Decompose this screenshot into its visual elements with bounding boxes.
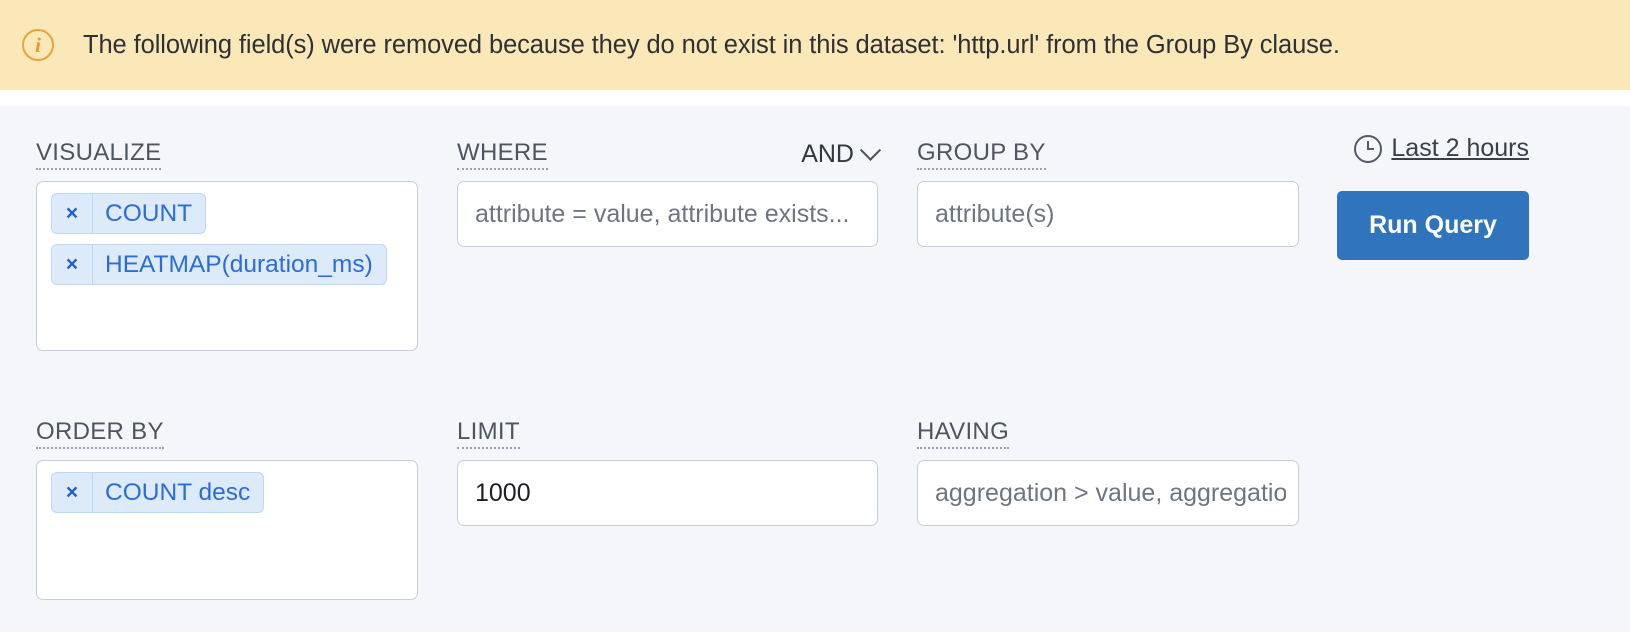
having-input[interactable] bbox=[918, 461, 1298, 525]
banner-message: The following field(s) were removed beca… bbox=[83, 30, 1340, 59]
having-label-row: HAVING bbox=[917, 417, 1299, 449]
visualize-label-row: VISUALIZE bbox=[36, 138, 418, 170]
info-circle-icon: i bbox=[22, 29, 54, 61]
order-by-label[interactable]: ORDER BY bbox=[36, 420, 164, 449]
limit-input[interactable] bbox=[458, 461, 877, 525]
visualize-label[interactable]: VISUALIZE bbox=[36, 141, 162, 170]
field-limit: LIMIT bbox=[457, 417, 878, 526]
field-having: HAVING bbox=[917, 417, 1299, 526]
where-input[interactable] bbox=[458, 182, 877, 246]
remove-chip-icon[interactable]: × bbox=[52, 245, 93, 284]
group-by-input-box[interactable] bbox=[917, 181, 1299, 247]
chip-label: COUNT desc bbox=[105, 478, 251, 506]
where-label[interactable]: WHERE bbox=[457, 141, 548, 170]
chip-count[interactable]: × COUNT bbox=[51, 193, 207, 234]
group-by-label-row: GROUP BY bbox=[917, 138, 1299, 170]
query-builder-panel: VISUALIZE × COUNT × HEATMAP(duration_ms)… bbox=[0, 106, 1630, 632]
limit-input-box[interactable] bbox=[457, 460, 878, 526]
having-label[interactable]: HAVING bbox=[917, 420, 1010, 449]
group-by-input[interactable] bbox=[918, 182, 1298, 246]
where-label-row: WHERE AND bbox=[457, 138, 882, 170]
clock-icon bbox=[1354, 134, 1383, 163]
field-where: WHERE AND bbox=[457, 138, 882, 247]
where-input-box[interactable] bbox=[457, 181, 878, 247]
field-visualize: VISUALIZE × COUNT × HEATMAP(duration_ms) bbox=[36, 138, 418, 351]
visualize-input-box[interactable]: × COUNT × HEATMAP(duration_ms) bbox=[36, 181, 418, 351]
time-range-label: Last 2 hours bbox=[1391, 134, 1529, 162]
chip-count-desc[interactable]: × COUNT desc bbox=[51, 472, 265, 513]
having-input-box[interactable] bbox=[917, 460, 1299, 526]
order-by-input-box[interactable]: × COUNT desc bbox=[36, 460, 418, 600]
remove-chip-icon[interactable]: × bbox=[52, 473, 93, 512]
where-operator-value: AND bbox=[801, 140, 854, 168]
chip-label: COUNT bbox=[105, 199, 193, 227]
time-range-picker[interactable]: Last 2 hours bbox=[1337, 134, 1529, 163]
field-group-by: GROUP BY bbox=[917, 138, 1299, 247]
warning-banner: i The following field(s) were removed be… bbox=[0, 0, 1630, 90]
chip-heatmap-duration-ms[interactable]: × HEATMAP(duration_ms) bbox=[51, 244, 387, 285]
group-by-label[interactable]: GROUP BY bbox=[917, 141, 1046, 170]
limit-label[interactable]: LIMIT bbox=[457, 420, 520, 449]
chip-label: HEATMAP(duration_ms) bbox=[105, 250, 373, 278]
limit-label-row: LIMIT bbox=[457, 417, 878, 449]
remove-chip-icon[interactable]: × bbox=[52, 194, 93, 233]
order-by-label-row: ORDER BY bbox=[36, 417, 418, 449]
chevron-down-icon bbox=[859, 139, 882, 161]
run-query-button[interactable]: Run Query bbox=[1337, 191, 1529, 260]
field-order-by: ORDER BY × COUNT desc bbox=[36, 417, 418, 600]
where-operator-dropdown[interactable]: AND bbox=[801, 139, 882, 170]
